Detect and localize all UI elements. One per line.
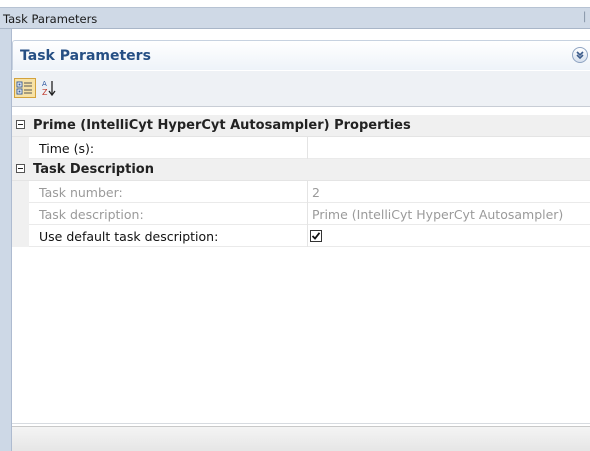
category-label: Task Description: [33, 162, 154, 177]
svg-text:A: A: [42, 80, 47, 88]
property-name: Time (s):: [39, 141, 95, 156]
property-row-task-number[interactable]: Task number: 2: [12, 181, 590, 203]
property-name: Task number:: [39, 185, 123, 200]
window-title-bar: Task Parameters │: [0, 7, 590, 29]
row-gutter: [12, 225, 29, 247]
property-row-task-description[interactable]: Task description: Prime (IntelliCyt Hype…: [12, 203, 590, 225]
left-dock-strip: [0, 29, 12, 451]
svg-text:Z: Z: [42, 88, 48, 97]
property-name: Task description:: [39, 207, 144, 222]
task-description-value: Prime (IntelliCyt HyperCyt Autosampler): [312, 207, 564, 222]
pin-icon[interactable]: │: [582, 13, 588, 23]
property-row-time[interactable]: Time (s):: [12, 137, 590, 159]
sort-az-icon: A Z: [42, 80, 56, 97]
row-gutter: [12, 181, 29, 203]
window-title: Task Parameters: [3, 12, 98, 26]
category-row[interactable]: Task Description: [12, 159, 590, 181]
category-label: Prime (IntelliCyt HyperCyt Autosampler) …: [33, 118, 411, 133]
collapse-minus-icon[interactable]: [16, 120, 25, 129]
double-chevron-down-icon[interactable]: [572, 47, 588, 63]
categorized-icon: [16, 81, 32, 95]
categorized-button[interactable]: [14, 78, 36, 98]
description-pane: [12, 426, 590, 451]
task-number-value: 2: [312, 185, 320, 200]
category-row[interactable]: Prime (IntelliCyt HyperCyt Autosampler) …: [12, 115, 590, 137]
description-divider: [12, 423, 590, 424]
property-row-use-default-description[interactable]: Use default task description:: [12, 225, 590, 247]
panel-title: Task Parameters: [20, 48, 151, 64]
checkmark-icon: [311, 232, 321, 240]
property-grid: Prime (IntelliCyt HyperCyt Autosampler) …: [12, 115, 590, 247]
alphabetical-button[interactable]: A Z: [39, 78, 61, 98]
column-divider[interactable]: [307, 137, 308, 159]
collapse-minus-icon[interactable]: [16, 164, 25, 173]
row-gutter: [12, 137, 29, 159]
property-name: Use default task description:: [39, 229, 219, 244]
column-divider[interactable]: [307, 203, 308, 225]
row-gutter: [12, 203, 29, 225]
panel-header: Task Parameters: [12, 40, 590, 70]
property-grid-toolbar: A Z: [12, 71, 590, 107]
column-divider[interactable]: [307, 181, 308, 203]
use-default-description-checkbox[interactable]: [310, 230, 322, 242]
column-divider[interactable]: [307, 225, 308, 247]
